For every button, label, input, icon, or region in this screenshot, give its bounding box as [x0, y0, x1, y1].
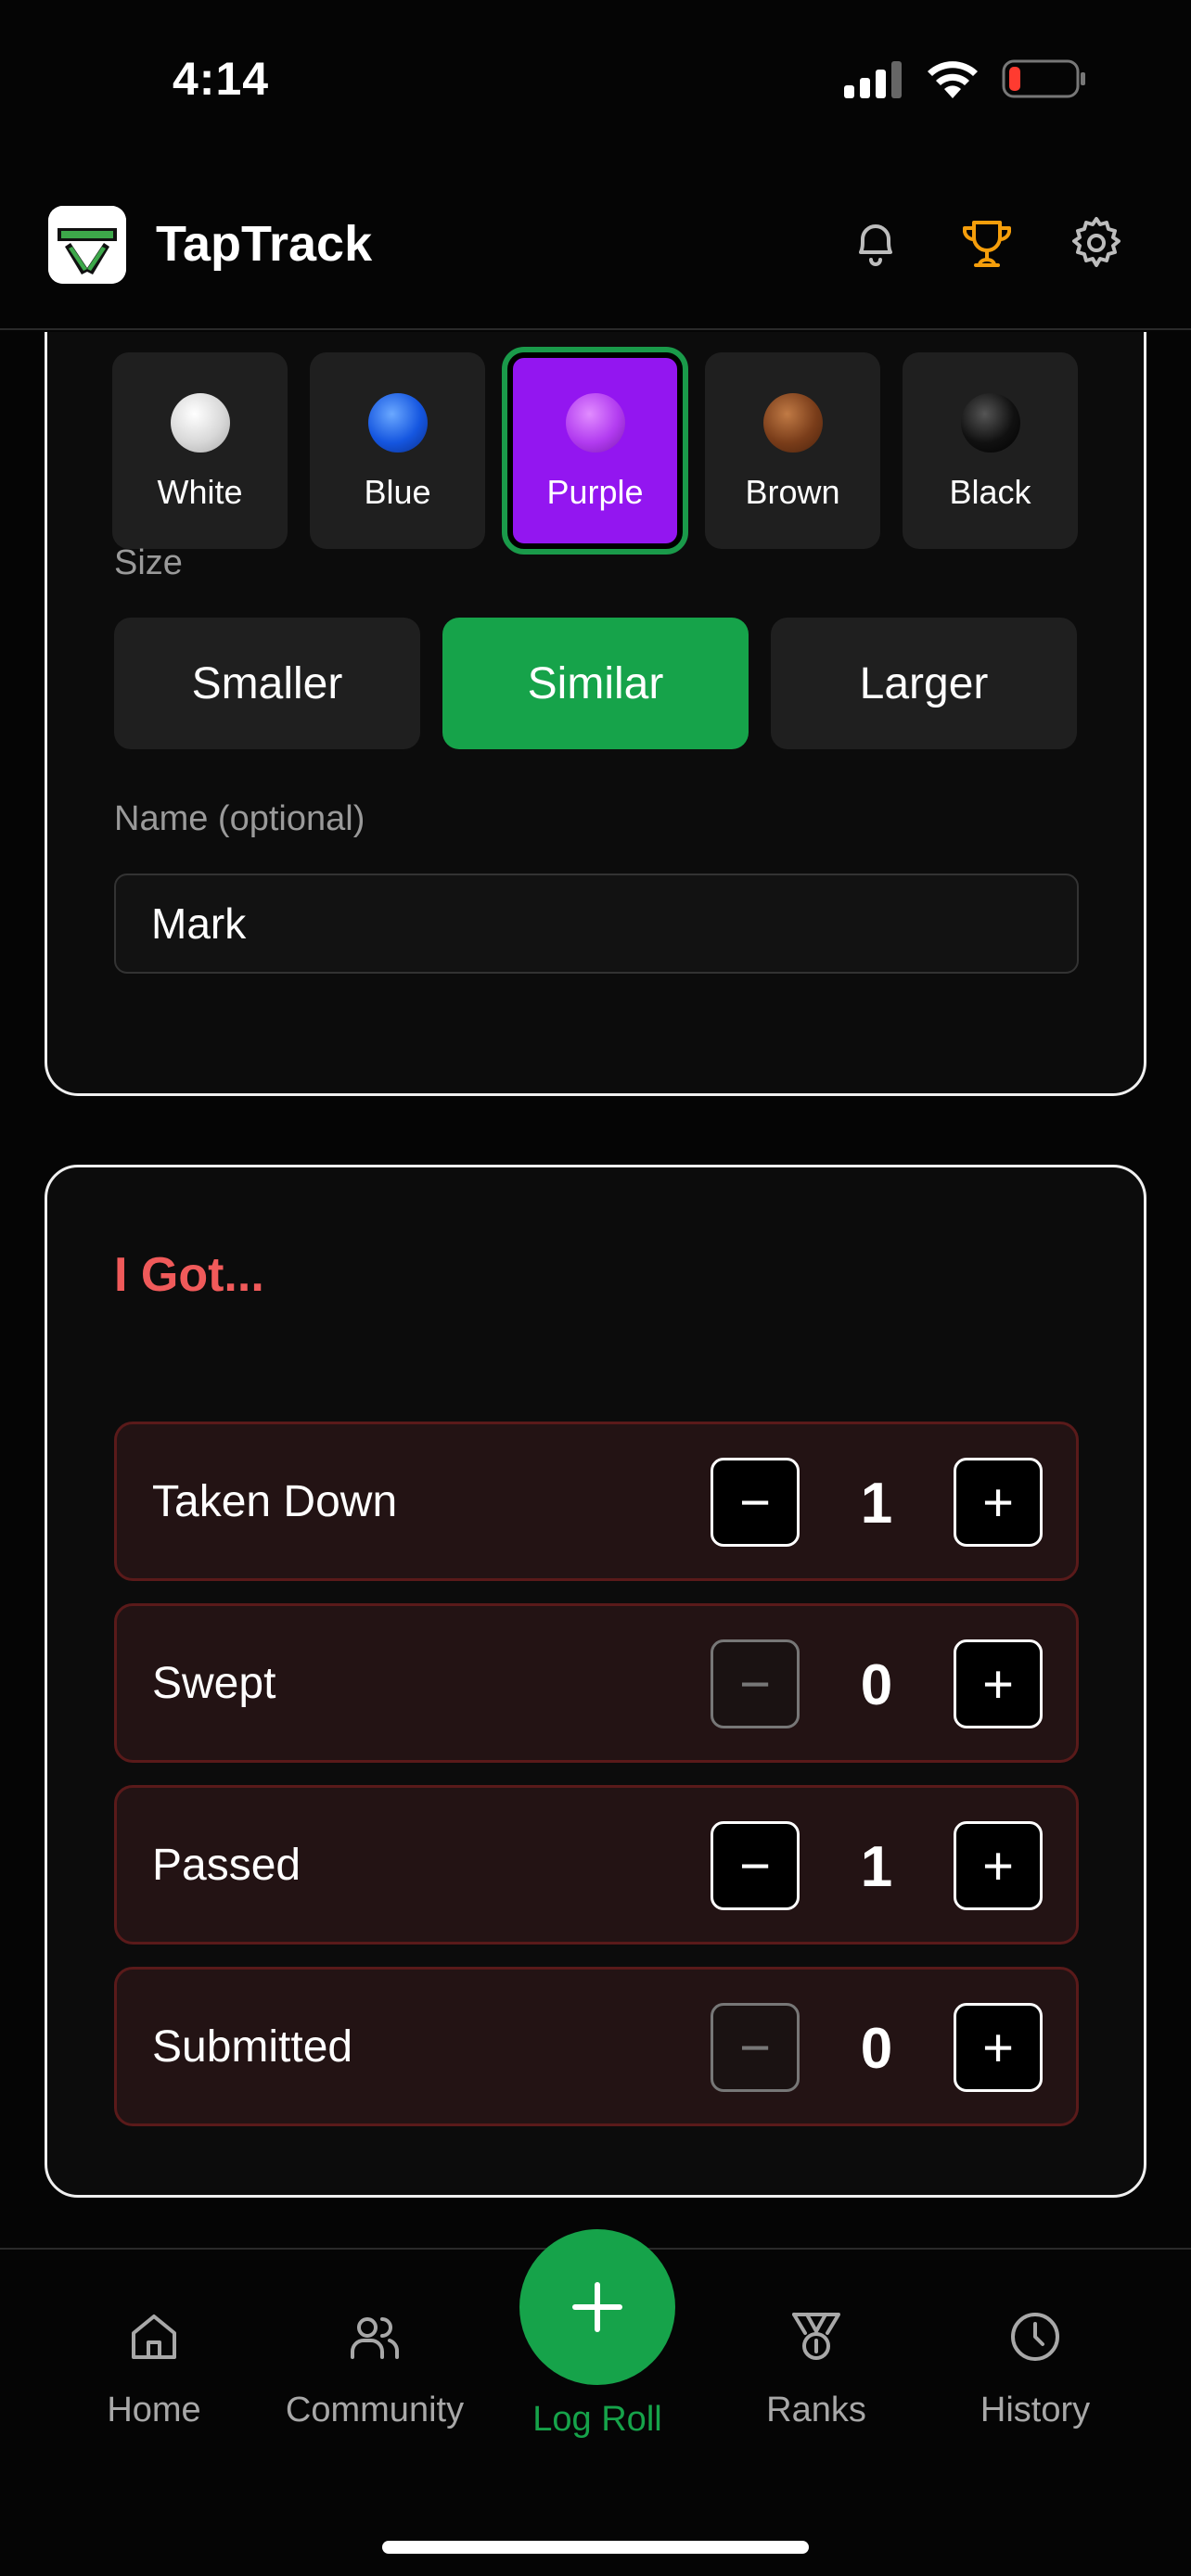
- decrement-button[interactable]: −: [711, 1639, 800, 1728]
- increment-button[interactable]: +: [954, 2003, 1043, 2092]
- increment-button[interactable]: +: [954, 1821, 1043, 1910]
- counter-value: 1: [860, 1472, 893, 1536]
- opponent-card: White Blue Purple Brown Black Size Small…: [45, 332, 1146, 1096]
- nav-label: Community: [285, 2391, 465, 2429]
- i-got-card: I Got... Taken Down − 1 + Swept − 0 + Pa…: [45, 1165, 1146, 2198]
- brown-belt-icon: [762, 393, 823, 453]
- counter-value: 0: [860, 2017, 893, 2081]
- log-roll-label[interactable]: Log Roll: [458, 2400, 736, 2440]
- size-label: Size: [114, 543, 183, 582]
- black-belt-icon: [960, 393, 1020, 453]
- name-label: Name (optional): [114, 799, 365, 838]
- wifi-icon: [928, 61, 978, 98]
- counter-value: 0: [860, 1653, 893, 1717]
- cellular-signal-icon: [844, 61, 902, 98]
- home-indicator[interactable]: [382, 2541, 809, 2554]
- belt-label: Brown: [745, 473, 840, 511]
- gear-icon[interactable]: [1067, 213, 1126, 273]
- bell-icon[interactable]: [846, 213, 905, 273]
- app-logo: [48, 206, 126, 284]
- clock-icon: [1011, 2313, 1059, 2361]
- blue-belt-icon: [367, 393, 428, 453]
- status-bar: 4:14: [0, 0, 1191, 158]
- battery-icon: [1002, 59, 1085, 98]
- belt-option-black[interactable]: Black: [903, 352, 1078, 549]
- belt-option-white[interactable]: White: [112, 352, 288, 549]
- counter-row-passed: Passed − 1 +: [114, 1785, 1079, 1945]
- belt-label: Blue: [364, 473, 431, 511]
- nav-label: Ranks: [766, 2391, 866, 2429]
- nav-history[interactable]: History: [933, 2307, 1137, 2430]
- counter-label: Taken Down: [152, 1477, 398, 1526]
- i-got-title: I Got...: [114, 1248, 264, 1302]
- counter-value: 1: [860, 1835, 893, 1899]
- white-belt-icon: [170, 393, 230, 453]
- medal-icon: [792, 2313, 840, 2360]
- size-larger-button[interactable]: Larger: [771, 618, 1077, 749]
- nav-label: Home: [107, 2391, 201, 2429]
- belt-label: Purple: [546, 473, 644, 511]
- scroll-content[interactable]: White Blue Purple Brown Black Size Small…: [0, 332, 1191, 2248]
- nav-label: History: [980, 2391, 1091, 2429]
- belt-label: Black: [949, 473, 1031, 511]
- counter-row-taken-down: Taken Down − 1 +: [114, 1422, 1079, 1581]
- counter-label: Passed: [152, 1841, 301, 1890]
- home-icon: [132, 2315, 176, 2359]
- decrement-button[interactable]: −: [711, 1458, 800, 1547]
- app-header: TapTrack: [0, 176, 1191, 330]
- size-selector: Smaller Similar Larger: [114, 618, 1077, 749]
- decrement-button[interactable]: −: [711, 2003, 800, 2092]
- app-title: TapTrack: [156, 216, 373, 272]
- status-time: 4:14: [173, 53, 270, 105]
- nav-community[interactable]: Community: [273, 2307, 477, 2430]
- belt-option-brown[interactable]: Brown: [705, 352, 880, 549]
- increment-button[interactable]: +: [954, 1458, 1043, 1547]
- counter-row-swept: Swept − 0 +: [114, 1603, 1079, 1763]
- purple-belt-icon: [565, 393, 625, 453]
- bottom-nav: Home Community Log Roll Ranks History: [0, 2229, 1191, 2576]
- decrement-button[interactable]: −: [711, 1821, 800, 1910]
- size-smaller-button[interactable]: Smaller: [114, 618, 420, 749]
- belt-label: White: [157, 473, 243, 511]
- counter-label: Swept: [152, 1659, 276, 1708]
- increment-button[interactable]: +: [954, 1639, 1043, 1728]
- trophy-icon[interactable]: [957, 213, 1017, 273]
- belt-option-blue[interactable]: Blue: [310, 352, 485, 549]
- counter-label: Submitted: [152, 2022, 353, 2072]
- nav-ranks[interactable]: Ranks: [714, 2307, 918, 2430]
- counter-row-submitted: Submitted − 0 +: [114, 1967, 1079, 2126]
- users-icon: [351, 2317, 399, 2359]
- name-input[interactable]: [114, 874, 1079, 974]
- belt-option-purple[interactable]: Purple: [502, 347, 688, 555]
- nav-home[interactable]: Home: [52, 2307, 256, 2430]
- size-similar-button[interactable]: Similar: [442, 618, 749, 749]
- log-roll-button[interactable]: [519, 2229, 675, 2385]
- plus-icon: [572, 2282, 622, 2332]
- belt-selector: White Blue Purple Brown Black: [112, 347, 1078, 555]
